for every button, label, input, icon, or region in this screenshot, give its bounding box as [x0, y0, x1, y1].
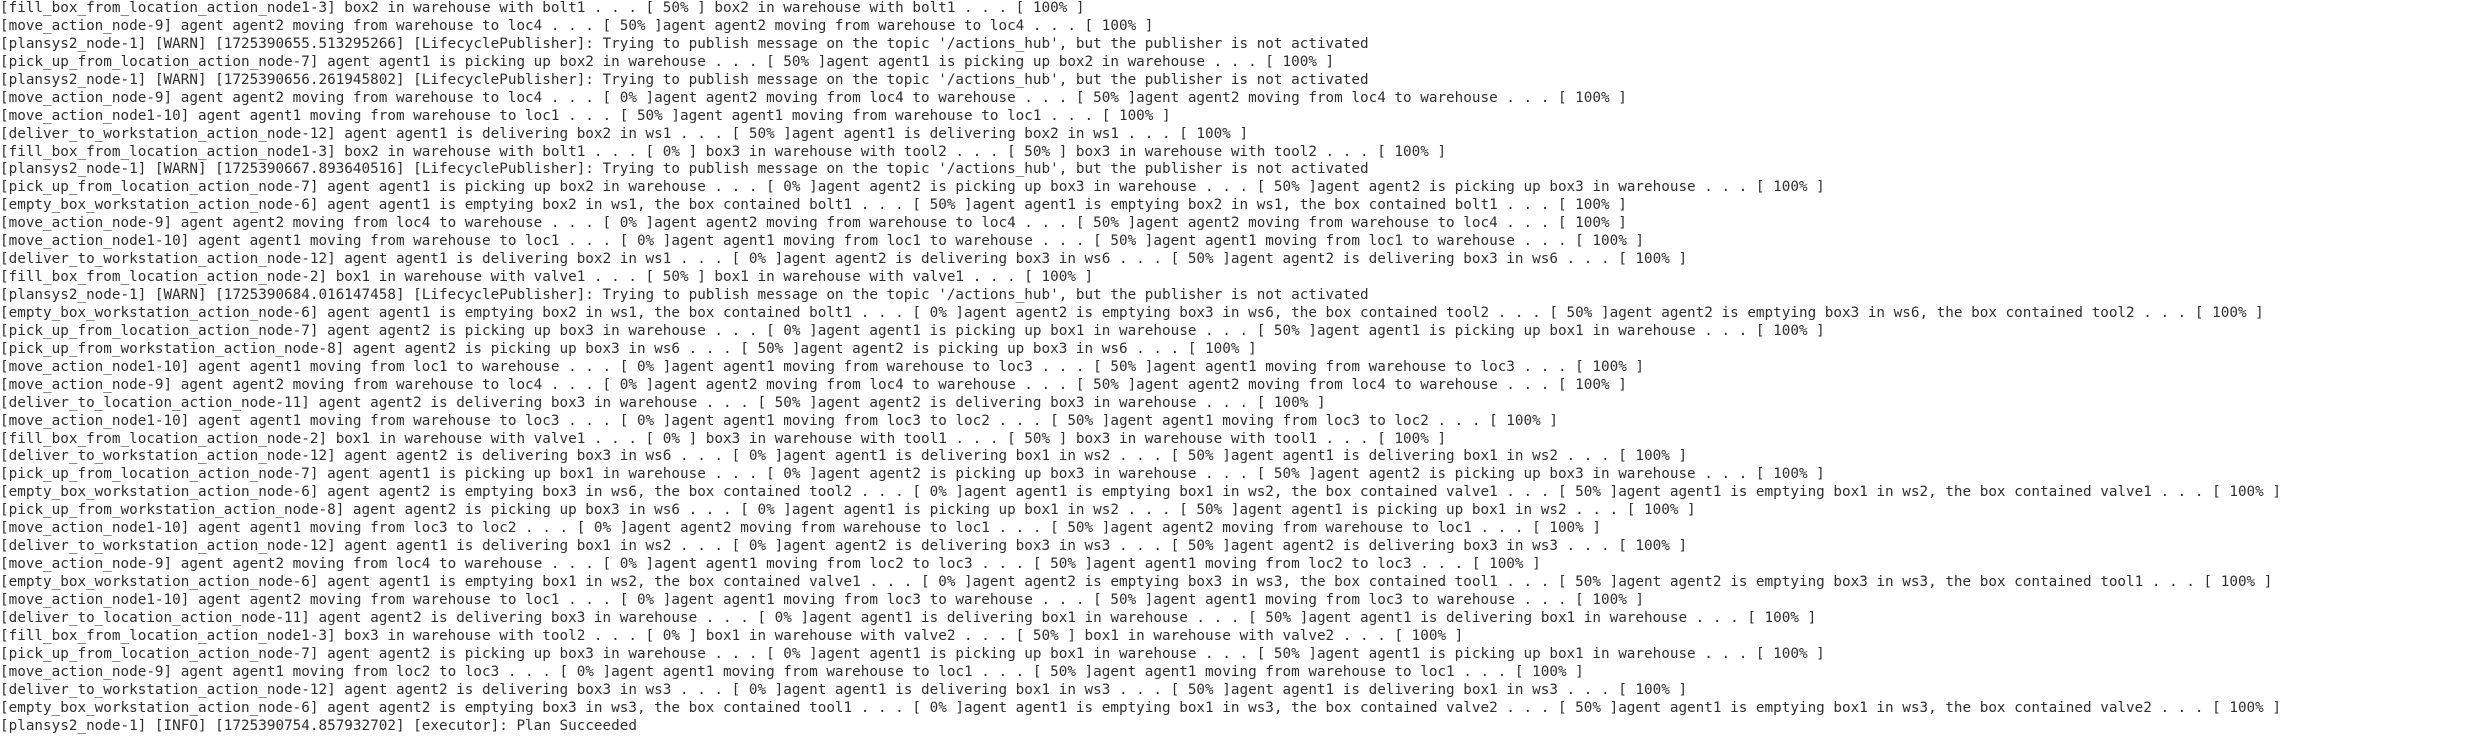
log-line: [empty_box_workstation_action_node-6] ag…	[0, 699, 2281, 716]
log-line: [move_action_node1-10] agent agent1 movi…	[0, 520, 1601, 537]
log-line: [deliver_to_location_action_node-11] age…	[0, 394, 1326, 411]
log-line: [move_action_node-9] agent agent2 moving…	[0, 556, 1541, 573]
log-line: [plansys2_node-1] [WARN] [1725390656.261…	[0, 71, 1369, 88]
log-line: [move_action_node-9] agent agent1 moving…	[0, 663, 1584, 680]
log-line: [fill_box_from_location_action_node-2] b…	[0, 430, 1447, 447]
log-line: [fill_box_from_location_action_node1-3] …	[0, 143, 1447, 160]
log-line: [move_action_node1-10] agent agent1 movi…	[0, 412, 1558, 429]
log-line: [deliver_to_workstation_action_node-12] …	[0, 125, 1249, 142]
log-line: [move_action_node-9] agent agent2 moving…	[0, 215, 1627, 232]
log-line: [move_action_node1-10] agent agent1 movi…	[0, 358, 1645, 375]
log-line: [empty_box_workstation_action_node-6] ag…	[0, 484, 2281, 501]
log-line: [move_action_node1-10] agent agent1 movi…	[0, 107, 1171, 124]
log-line: [deliver_to_location_action_node-11] age…	[0, 609, 1817, 626]
log-line: [move_action_node-9] agent agent2 moving…	[0, 376, 1627, 393]
log-line: [move_action_node-9] agent agent2 moving…	[0, 89, 1627, 106]
log-line: [pick_up_from_location_action_node-7] ag…	[0, 179, 1825, 196]
log-line: [plansys2_node-1] [WARN] [1725390684.016…	[0, 287, 1369, 303]
log-line: [pick_up_from_workstation_action_node-8]…	[0, 502, 1696, 519]
log-line: [deliver_to_workstation_action_node-12] …	[0, 448, 1688, 465]
log-line: [pick_up_from_workstation_action_node-8]…	[0, 340, 1257, 357]
log-line: [empty_box_workstation_action_node-6] ag…	[0, 304, 2264, 321]
log-line: [plansys2_node-1] [WARN] [1725390667.893…	[0, 161, 1369, 178]
log-line: [empty_box_workstation_action_node-6] ag…	[0, 574, 2273, 590]
log-line: [plansys2_node-1] [INFO] [1725390754.857…	[0, 717, 637, 734]
log-line: [move_action_node1-10] agent agent1 movi…	[0, 233, 1645, 250]
terminal-output: [fill_box_from_location_action_node1-3] …	[0, 0, 2478, 735]
log-line: [plansys2_node-1] [WARN] [1725390655.513…	[0, 35, 1369, 52]
log-line: [deliver_to_workstation_action_node-12] …	[0, 251, 1688, 268]
log-line: [pick_up_from_location_action_node-7] ag…	[0, 645, 1825, 662]
terminal-window[interactable]: [fill_box_from_location_action_node1-3] …	[0, 0, 2478, 741]
log-line: [fill_box_from_location_action_node-2] b…	[0, 269, 1094, 286]
log-line: [fill_box_from_location_action_node1-3] …	[0, 627, 1464, 644]
log-line: [pick_up_from_location_action_node-7] ag…	[0, 322, 1825, 339]
log-line: [fill_box_from_location_action_node1-3] …	[0, 0, 1085, 16]
log-line: [deliver_to_workstation_action_node-12] …	[0, 538, 1688, 555]
log-line: [empty_box_workstation_action_node-6] ag…	[0, 197, 1627, 214]
log-line: [move_action_node1-10] agent agent2 movi…	[0, 591, 1645, 608]
log-line: [deliver_to_workstation_action_node-12] …	[0, 681, 1688, 698]
log-line: [pick_up_from_location_action_node-7] ag…	[0, 53, 1335, 70]
log-line: [pick_up_from_location_action_node-7] ag…	[0, 466, 1825, 483]
log-line: [move_action_node-9] agent agent2 moving…	[0, 17, 1154, 34]
